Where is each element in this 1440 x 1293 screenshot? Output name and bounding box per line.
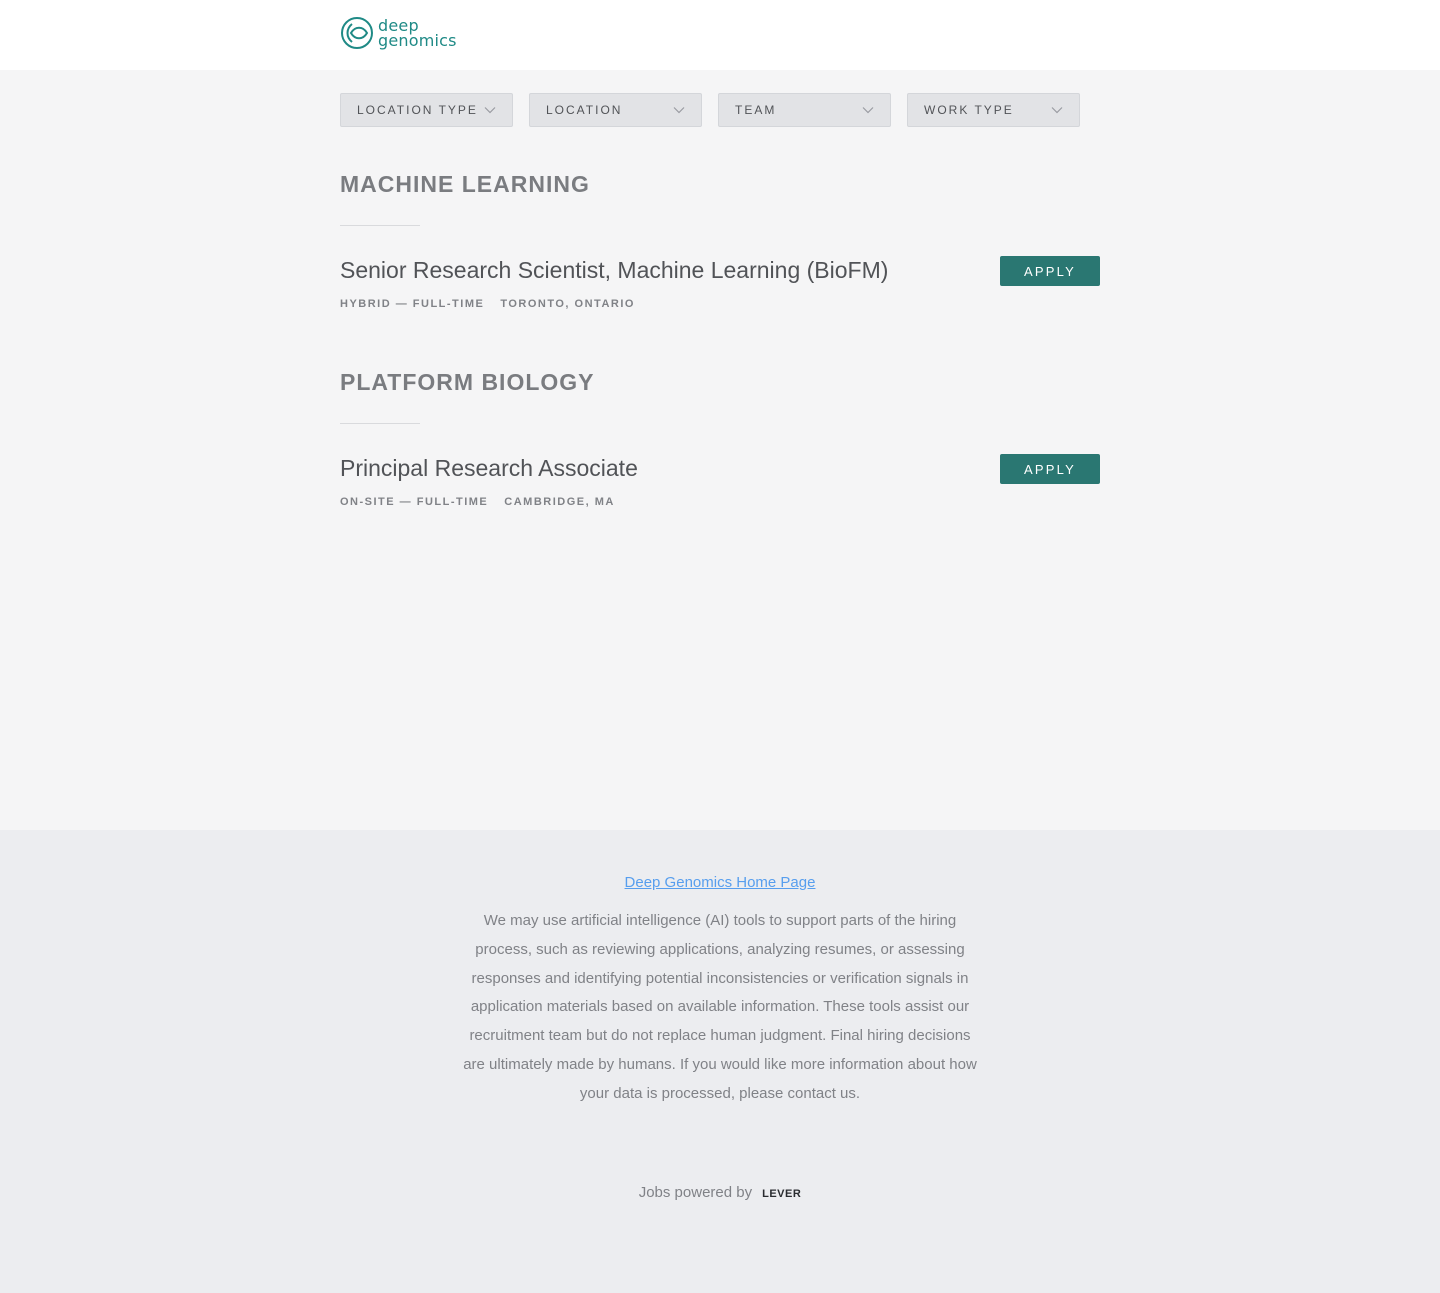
powered-by: Jobs powered by LEVER [0, 1184, 1440, 1201]
filter-team[interactable]: TEAM [718, 93, 891, 127]
deep-genomics-logo[interactable]: deep genomics [340, 16, 457, 50]
ai-disclosure-text: We may use artificial intelligence (AI) … [463, 912, 977, 1102]
section-divider [340, 225, 420, 226]
job-title-link[interactable]: Senior Research Scientist, Machine Learn… [340, 257, 1100, 284]
chevron-down-icon [862, 106, 874, 114]
job-meta: ON-SITE — FULL-TIME CAMBRIDGE, MA [340, 496, 1100, 508]
section-machine-learning: MACHINE LEARNING Senior Research Scienti… [340, 171, 1100, 317]
home-link-wrapper: Deep Genomics Home Page [0, 874, 1440, 892]
page-footer: Deep Genomics Home Page We may use artif… [0, 830, 1440, 1293]
filter-work-type[interactable]: WORK TYPE [907, 93, 1080, 127]
job-location: CAMBRIDGE, MA [504, 496, 615, 508]
job-meta: HYBRID — FULL-TIME TORONTO, ONTARIO [340, 298, 1100, 310]
lever-logo[interactable]: LEVER [762, 1188, 801, 1200]
section-title: MACHINE LEARNING [340, 171, 590, 197]
filter-label: LOCATION [546, 103, 623, 117]
apply-button[interactable]: APPLY [1000, 256, 1100, 286]
chevron-down-icon [1051, 106, 1063, 114]
filter-label: TEAM [735, 103, 777, 117]
filter-location[interactable]: LOCATION [529, 93, 702, 127]
job-work-type: HYBRID — FULL-TIME [340, 298, 485, 310]
postings-content: LOCATION TYPE LOCATION TEAM WORK TYPE MA… [0, 70, 1440, 830]
powered-by-text: Jobs powered by [638, 1184, 753, 1201]
filter-label: WORK TYPE [924, 103, 1014, 117]
job-title-link[interactable]: Principal Research Associate [340, 455, 1100, 482]
company-home-link[interactable]: Deep Genomics Home Page [625, 874, 816, 891]
job-posting: Senior Research Scientist, Machine Learn… [340, 256, 1100, 317]
section-title: PLATFORM BIOLOGY [340, 369, 595, 395]
filter-label: LOCATION TYPE [357, 103, 478, 117]
job-work-type: ON-SITE — FULL-TIME [340, 496, 489, 508]
job-posting: Principal Research Associate ON-SITE — F… [340, 454, 1100, 515]
filter-bar: LOCATION TYPE LOCATION TEAM WORK TYPE [340, 93, 1080, 127]
apply-button[interactable]: APPLY [1000, 454, 1100, 484]
logo-text-line2: genomics [378, 31, 457, 50]
section-platform-biology: PLATFORM BIOLOGY Principal Research Asso… [340, 369, 1100, 515]
filter-location-type[interactable]: LOCATION TYPE [340, 93, 513, 127]
chevron-down-icon [673, 106, 685, 114]
chevron-down-icon [484, 106, 496, 114]
top-header: deep genomics [0, 0, 1440, 70]
job-location: TORONTO, ONTARIO [500, 298, 635, 310]
deep-genomics-logo-icon [340, 16, 374, 50]
section-divider [340, 423, 420, 424]
